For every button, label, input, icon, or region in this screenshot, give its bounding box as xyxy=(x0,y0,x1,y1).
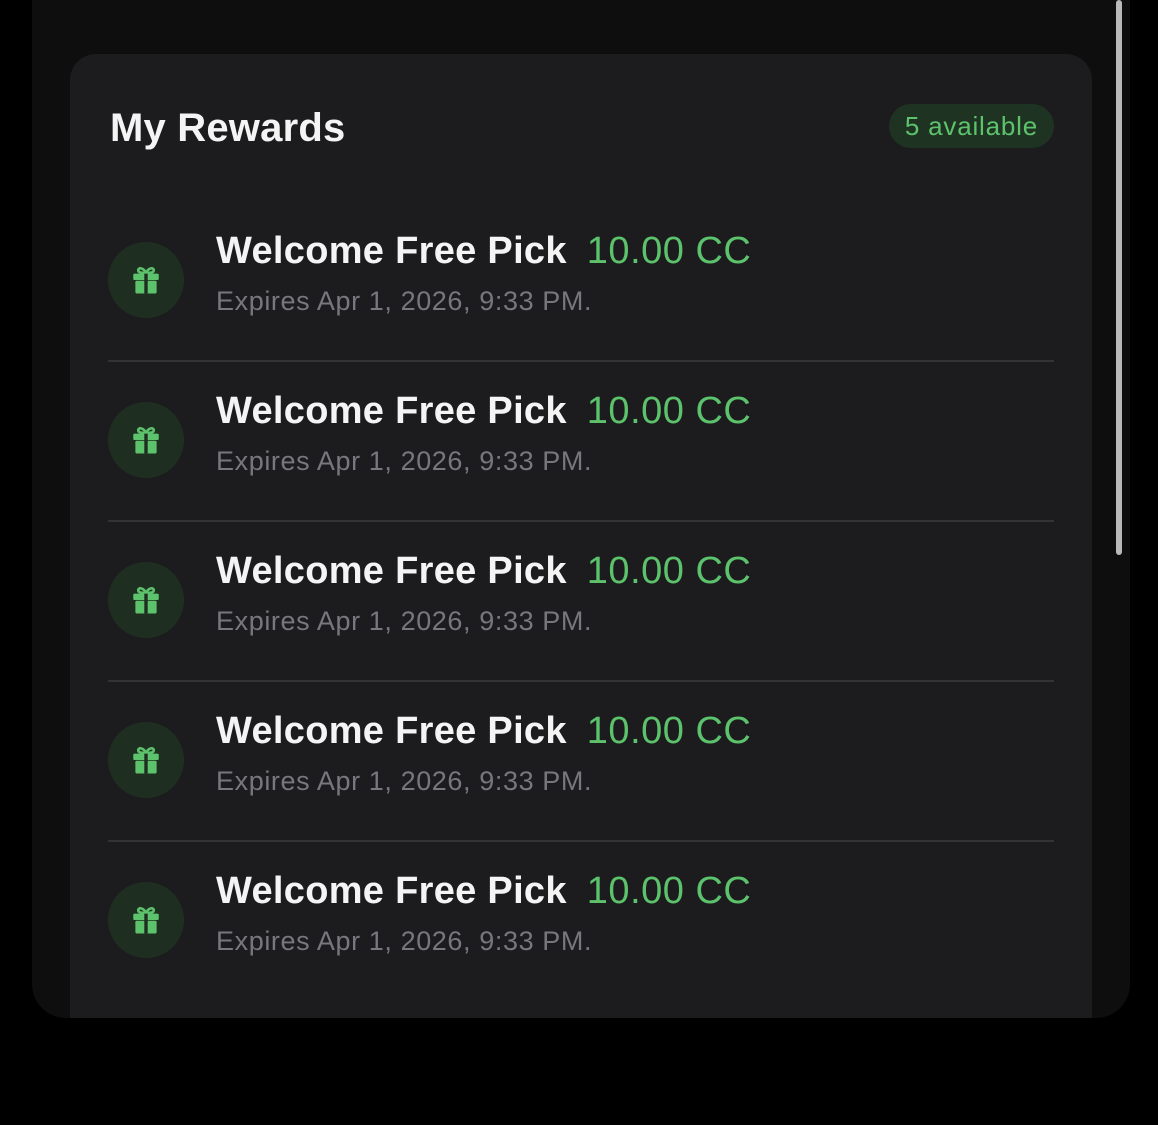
reward-title: Welcome Free Pick xyxy=(216,710,567,752)
gift-icon xyxy=(108,722,184,798)
reward-item[interactable]: Welcome Free Pick 10.00 CC Expires Apr 1,… xyxy=(108,202,1054,362)
reward-expiry: Expires Apr 1, 2026, 9:33 PM. xyxy=(216,606,593,636)
reward-expiry: Expires Apr 1, 2026, 9:33 PM. xyxy=(216,286,593,316)
gift-icon xyxy=(108,402,184,478)
gift-icon xyxy=(108,562,184,638)
rewards-card: My Rewards 5 available Welcome Free Pick… xyxy=(70,54,1092,1018)
gift-icon xyxy=(108,242,184,318)
reward-expiry: Expires Apr 1, 2026, 9:33 PM. xyxy=(216,766,593,796)
reward-amount: 10.00 CC xyxy=(586,230,752,272)
reward-expiry: Expires Apr 1, 2026, 9:33 PM. xyxy=(216,926,593,956)
scrollbar[interactable] xyxy=(1116,0,1122,555)
app-screen: My Rewards 5 available Welcome Free Pick… xyxy=(32,0,1130,1018)
reward-title: Welcome Free Pick xyxy=(216,390,567,432)
reward-item[interactable]: Welcome Free Pick 10.00 CC Expires Apr 1,… xyxy=(108,682,1054,842)
reward-item[interactable]: Welcome Free Pick 10.00 CC Expires Apr 1,… xyxy=(108,842,1054,1002)
reward-item[interactable]: Welcome Free Pick 10.00 CC Expires Apr 1,… xyxy=(108,522,1054,682)
reward-title: Welcome Free Pick xyxy=(216,230,567,272)
reward-title: Welcome Free Pick xyxy=(216,870,567,912)
reward-expiry: Expires Apr 1, 2026, 9:33 PM. xyxy=(216,446,593,476)
reward-amount: 10.00 CC xyxy=(586,550,752,592)
rewards-list: Welcome Free Pick 10.00 CC Expires Apr 1,… xyxy=(108,202,1054,1002)
rewards-title: My Rewards xyxy=(110,106,346,150)
available-count-badge: 5 available xyxy=(888,104,1054,148)
reward-title: Welcome Free Pick xyxy=(216,550,567,592)
gift-icon xyxy=(108,882,184,958)
reward-amount: 10.00 CC xyxy=(586,390,752,432)
rewards-header: My Rewards 5 available xyxy=(110,100,1054,160)
reward-item[interactable]: Welcome Free Pick 10.00 CC Expires Apr 1,… xyxy=(108,362,1054,522)
reward-amount: 10.00 CC xyxy=(586,710,752,752)
reward-amount: 10.00 CC xyxy=(586,870,752,912)
